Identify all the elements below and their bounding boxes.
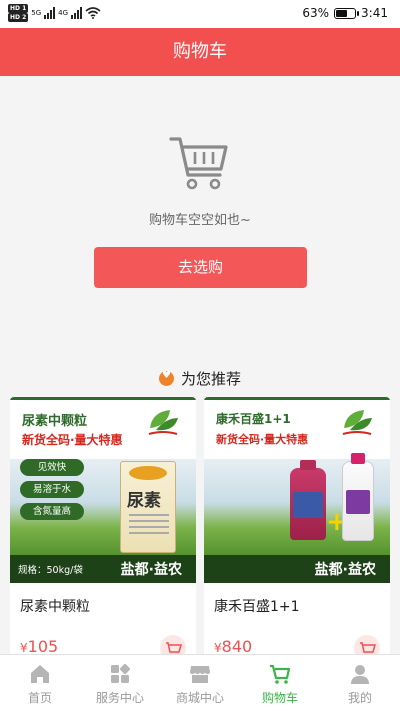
tab-home[interactable]: 首页 xyxy=(0,655,80,711)
pesticide-bottle-image xyxy=(342,453,374,541)
shopping-cart-icon xyxy=(169,137,228,190)
home-icon xyxy=(31,665,49,683)
feature-badge: 易溶于水 xyxy=(20,481,84,498)
bag-label: 尿素 xyxy=(127,491,161,511)
recommend-title: 为您推荐 xyxy=(180,370,241,388)
image-title: 康禾百盛1+1 xyxy=(216,412,291,426)
image-banner: 尿素中颗粒 新货全码·量大特惠 xyxy=(10,397,196,459)
grid-icon xyxy=(111,663,131,683)
sim-indicator: HD 1 HD 2 xyxy=(8,4,29,22)
heart-icon xyxy=(158,370,174,386)
feature-badge: 含氮量高 xyxy=(20,503,84,520)
network2-label: 4G xyxy=(58,9,69,17)
brand-text: 盐都·益农 xyxy=(120,562,182,578)
go-shopping-button[interactable]: 去选购 xyxy=(94,247,307,288)
tab-mall-center[interactable]: 商城中心 xyxy=(160,655,240,711)
price-symbol: ¥ xyxy=(20,641,28,655)
spec-band: 规格：50kg/袋 盐都·益农 xyxy=(10,555,196,583)
spec-band: 盐都·益农 xyxy=(204,555,390,583)
product-card[interactable]: 康禾百盛1+1 新货全码·量大特惠 + 盐都·益农 康禾百盛1+1 ¥840 xyxy=(204,397,390,657)
product-image: 康禾百盛1+1 新货全码·量大特惠 + 盐都·益农 xyxy=(204,397,390,583)
battery-percent: 63% xyxy=(302,6,330,20)
image-subtitle: 新货全码·量大特惠 xyxy=(22,433,123,447)
feature-badge: 见效快 xyxy=(20,459,84,476)
user-icon xyxy=(351,665,369,684)
image-banner: 康禾百盛1+1 新货全码·量大特惠 xyxy=(204,397,390,459)
fertilizer-bag-image: 尿素 xyxy=(120,461,176,553)
sim1-label: HD 1 xyxy=(8,4,29,13)
product-name[interactable]: 康禾百盛1+1 xyxy=(214,596,300,616)
tab-label: 商城中心 xyxy=(175,691,224,705)
bag-print xyxy=(129,514,169,538)
bottom-tab-bar: 首页 服务中心 商城中心 购物车 我的 xyxy=(0,654,400,711)
battery-icon xyxy=(334,7,360,19)
page-title: 购物车 xyxy=(0,28,400,76)
product-name[interactable]: 尿素中颗粒 xyxy=(20,596,90,616)
brand-text: 盐都·益农 xyxy=(314,562,376,578)
signal2-icon xyxy=(71,7,83,19)
empty-cart-message: 购物车空空如也~ xyxy=(149,213,251,228)
store-icon xyxy=(190,666,210,683)
tab-cart[interactable]: 购物车 xyxy=(240,655,320,711)
cart-icon xyxy=(270,664,291,684)
pesticide-bottle-image xyxy=(290,460,326,540)
network1-label: 5G xyxy=(31,9,42,17)
status-left: HD 1 HD 2 5G 4G xyxy=(8,4,101,22)
spec-text: 规格：50kg/袋 xyxy=(18,565,83,576)
battery-fill xyxy=(336,9,348,17)
product-card[interactable]: 尿素中颗粒 新货全码·量大特惠 见效快 易溶于水 含氮量高 尿素 规格：50kg… xyxy=(10,397,196,657)
tab-mine[interactable]: 我的 xyxy=(320,655,400,711)
leaf-logo-icon xyxy=(342,410,372,435)
image-subtitle: 新货全码·量大特惠 xyxy=(216,433,309,446)
wifi-icon xyxy=(85,7,101,19)
image-title: 尿素中颗粒 xyxy=(22,414,88,429)
sim2-label: HD 2 xyxy=(8,13,29,22)
tab-label: 服务中心 xyxy=(95,691,144,705)
tab-label: 购物车 xyxy=(261,691,298,705)
tab-service-center[interactable]: 服务中心 xyxy=(80,655,160,711)
status-right: 63% 3:41 xyxy=(302,6,388,20)
status-bar: HD 1 HD 2 5G 4G 63% 3:41 xyxy=(0,0,400,28)
tab-label: 我的 xyxy=(347,691,372,705)
recommend-header: 为您推荐 xyxy=(0,368,400,389)
signal1-icon xyxy=(44,7,56,19)
tab-label: 首页 xyxy=(27,691,52,705)
leaf-logo-icon xyxy=(148,410,178,435)
clock: 3:41 xyxy=(361,6,388,20)
price-symbol: ¥ xyxy=(214,641,222,655)
product-image: 尿素中颗粒 新货全码·量大特惠 见效快 易溶于水 含氮量高 尿素 规格：50kg… xyxy=(10,397,196,583)
